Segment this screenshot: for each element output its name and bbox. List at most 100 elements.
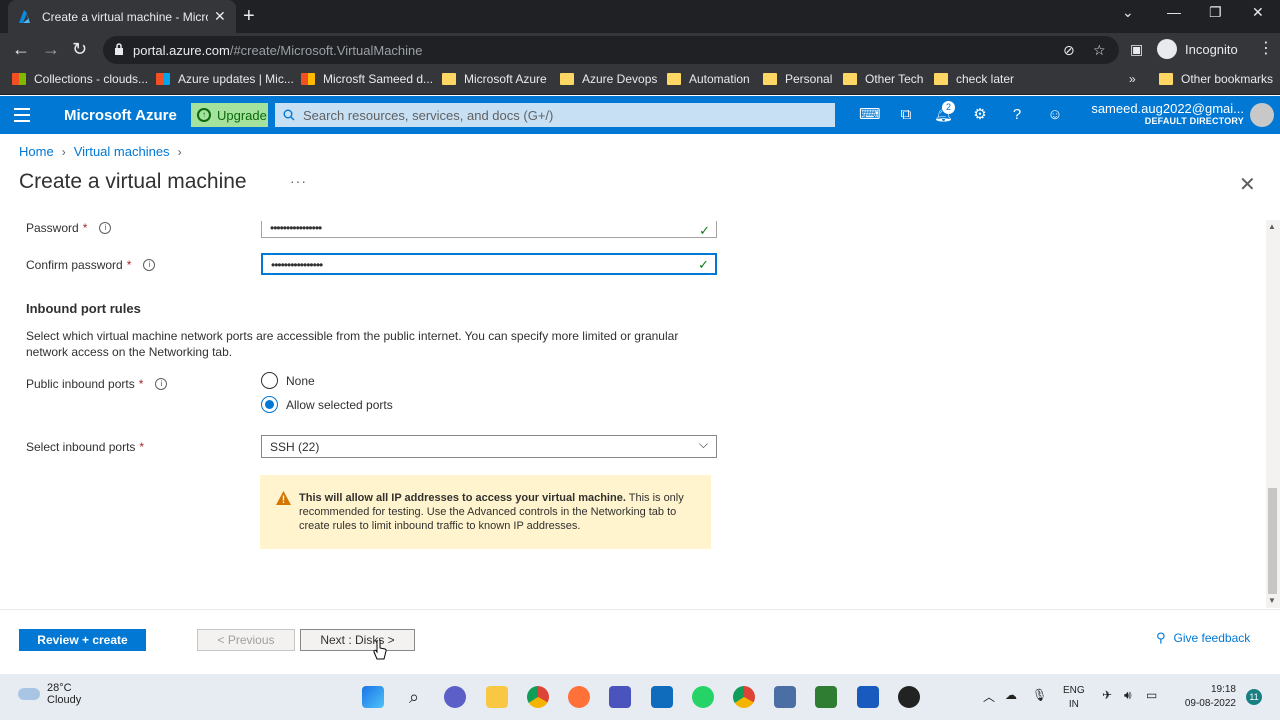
start-icon[interactable] xyxy=(362,686,384,708)
dropdown-value: SSH (22) xyxy=(270,440,320,454)
bookmark-item[interactable]: Azure updates | Mic... xyxy=(156,72,294,86)
password-label: Password * i xyxy=(26,221,112,235)
cloud-shell-icon[interactable]: ⌨ xyxy=(859,106,881,124)
back-icon[interactable]: ← xyxy=(12,39,30,60)
side-panel-icon[interactable]: ▣ xyxy=(1130,41,1143,58)
avatar[interactable] xyxy=(1250,103,1274,127)
info-icon[interactable]: i xyxy=(155,378,168,390)
window-close-icon[interactable]: ✕ xyxy=(1252,4,1264,21)
feedback-icon[interactable]: ☺ xyxy=(1046,106,1064,124)
search-icon xyxy=(283,109,295,121)
whatsapp-icon[interactable] xyxy=(692,686,714,708)
bookmarks-overflow-icon[interactable]: » xyxy=(1129,72,1136,86)
chat-icon[interactable] xyxy=(444,686,466,708)
scrollbar-thumb[interactable] xyxy=(1268,488,1277,594)
maximize-icon[interactable]: ❐ xyxy=(1209,4,1222,21)
onedrive-icon[interactable]: ☁ xyxy=(1005,688,1017,702)
next-disks-button[interactable]: Next : Disks > xyxy=(300,629,415,651)
teams-icon[interactable] xyxy=(609,686,631,708)
required-marker: * xyxy=(126,258,132,272)
radio-allow-selected-ports[interactable]: Allow selected ports xyxy=(261,396,393,413)
scroll-down-icon[interactable]: ▼ xyxy=(1268,596,1276,605)
tab-close-icon[interactable]: ✕ xyxy=(214,8,226,25)
browser-menu-icon[interactable]: ⋮ xyxy=(1258,38,1274,58)
folder-icon xyxy=(442,73,456,85)
file-explorer-icon[interactable] xyxy=(486,686,508,708)
tray-overflow-icon[interactable]: ︿ xyxy=(983,688,995,705)
battery-icon[interactable]: ▭ xyxy=(1146,688,1157,702)
url-input[interactable]: portal.azure.com/#create/Microsoft.Virtu… xyxy=(103,36,1119,64)
notification-center-badge[interactable]: 11 xyxy=(1246,689,1262,705)
radio-circle[interactable] xyxy=(261,372,278,389)
search-input[interactable]: Search resources, services, and docs (G+… xyxy=(275,103,835,127)
new-tab-icon[interactable]: + xyxy=(243,5,255,28)
breadcrumb-home[interactable]: Home xyxy=(19,144,54,159)
word-icon[interactable] xyxy=(857,686,879,708)
upgrade-button[interactable]: ↑ Upgrade xyxy=(191,103,268,127)
outlook-icon[interactable] xyxy=(651,686,673,708)
info-icon[interactable]: i xyxy=(143,259,156,271)
bookmark-folder[interactable]: Personal xyxy=(763,72,832,86)
forward-icon[interactable]: → xyxy=(42,39,60,60)
system-clock[interactable]: 19:18 09-08-2022 xyxy=(1178,683,1236,711)
reload-icon[interactable]: ↻ xyxy=(72,39,87,60)
bookmark-item[interactable]: Collections - clouds... xyxy=(12,72,148,86)
account-menu[interactable]: sameed.aug2022@gmai... DEFAULT DIRECTORY xyxy=(1090,101,1244,126)
other-bookmarks[interactable]: Other bookmarks xyxy=(1159,72,1273,86)
user-email: sameed.aug2022@gmai... xyxy=(1091,101,1244,116)
more-options-icon[interactable]: ··· xyxy=(290,173,307,189)
cloud-icon xyxy=(18,688,40,700)
azure-header: Microsoft Azure ↑ Upgrade Search resourc… xyxy=(0,96,1280,134)
radio-none[interactable]: None xyxy=(261,372,315,389)
bookmark-folder[interactable]: Azure Devops xyxy=(560,72,657,86)
info-icon[interactable]: i xyxy=(99,222,112,234)
chrome-icon[interactable] xyxy=(527,686,549,708)
obs-icon[interactable] xyxy=(898,686,920,708)
notepad-icon[interactable] xyxy=(815,686,837,708)
bookmark-folder[interactable]: check later xyxy=(934,72,1014,86)
bookmark-star-icon[interactable]: ☆ xyxy=(1093,42,1106,59)
bookmark-folder[interactable]: Other Tech xyxy=(843,72,923,86)
weather-widget[interactable]: 28°C Cloudy xyxy=(18,682,81,706)
bookmark-folder[interactable]: Automation xyxy=(667,72,750,86)
azure-brand[interactable]: Microsoft Azure xyxy=(64,107,177,124)
tab-search-icon[interactable]: ⌄ xyxy=(1122,4,1134,21)
close-blade-icon[interactable]: ✕ xyxy=(1239,172,1256,197)
volume-icon[interactable]: 🔊︎ xyxy=(1124,688,1132,703)
airplane-mode-icon[interactable]: ✈ xyxy=(1102,688,1112,702)
public-inbound-ports-label: Public inbound ports * i xyxy=(26,377,168,391)
warning-icon xyxy=(276,491,291,505)
previous-button[interactable]: < Previous xyxy=(197,629,295,651)
network-app-icon[interactable] xyxy=(774,686,796,708)
microphone-icon[interactable]: 🎙︎ xyxy=(1032,688,1047,702)
arrow-up-icon: ↑ xyxy=(197,108,211,122)
menu-icon[interactable] xyxy=(14,108,30,126)
tab-title: Create a virtual machine - Micro xyxy=(42,9,208,24)
give-feedback-link[interactable]: ⚲ Give feedback xyxy=(1156,630,1250,646)
browser-tab-bar: Create a virtual machine - Micro ✕ + ⌄ —… xyxy=(0,0,1280,33)
language-indicator[interactable]: ENG IN xyxy=(1063,684,1085,712)
chrome-incognito-icon[interactable] xyxy=(733,686,755,708)
browser-tab[interactable]: Create a virtual machine - Micro ✕ xyxy=(8,0,236,33)
tracking-off-icon[interactable]: ⊘ xyxy=(1063,42,1075,59)
upgrade-label: Upgrade xyxy=(217,107,267,123)
section-heading: Inbound port rules xyxy=(26,301,141,316)
minimize-icon[interactable]: — xyxy=(1167,4,1181,20)
scroll-up-icon[interactable]: ▲ xyxy=(1268,222,1276,231)
warning-banner: This will allow all IP addresses to acce… xyxy=(260,475,711,549)
chevron-right-icon: › xyxy=(61,144,66,159)
review-create-button[interactable]: Review + create xyxy=(19,629,146,651)
gear-icon[interactable]: ⚙ xyxy=(971,106,989,124)
password-field[interactable]: •••••••••••••••• ✓ xyxy=(261,221,717,238)
directory-filter-icon[interactable]: ⧉ xyxy=(897,106,915,124)
radio-circle-selected[interactable] xyxy=(261,396,278,413)
incognito-profile[interactable]: Incognito xyxy=(1157,39,1238,59)
inbound-ports-dropdown[interactable]: SSH (22) ⌵ xyxy=(261,435,717,458)
taskbar-search-icon[interactable]: ⌕ xyxy=(403,686,425,708)
confirm-password-field[interactable]: •••••••••••••••• ✓ xyxy=(261,253,717,275)
help-icon[interactable]: ? xyxy=(1008,106,1026,124)
firefox-icon[interactable] xyxy=(568,686,590,708)
breadcrumb-virtual-machines[interactable]: Virtual machines xyxy=(74,144,170,159)
bookmark-item[interactable]: Microsft Sameed d... xyxy=(301,72,433,86)
bookmark-folder[interactable]: Microsoft Azure xyxy=(442,72,547,86)
